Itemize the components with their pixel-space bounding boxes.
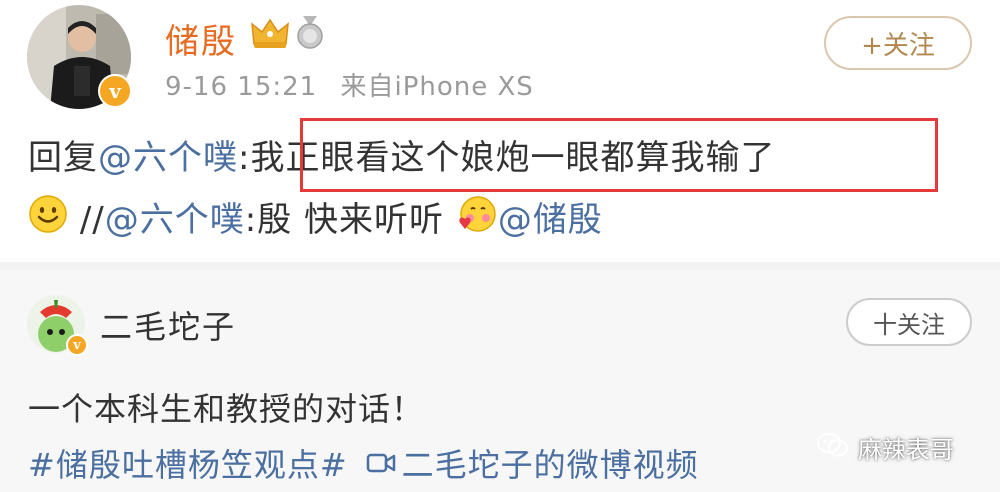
mention-chuyin[interactable]: @储殷 <box>498 200 603 240</box>
medal-icon <box>294 14 326 54</box>
post1-line2: //@六个噗:殷 快来听听 @储殷 <box>28 192 603 246</box>
post-divider <box>0 262 1000 270</box>
follow-button-chuyin[interactable]: +关注 <box>824 16 972 70</box>
post2-username[interactable]: 二毛坨子 <box>100 302 236 348</box>
post1-time: 9-16 15:21 <box>165 72 318 102</box>
avatar-chuyin[interactable]: v <box>26 4 132 110</box>
wechat-icon <box>816 431 850 465</box>
avatar-ermaotuozi[interactable]: v <box>26 294 88 356</box>
repost-text: :殷 快来听听 <box>244 200 444 240</box>
verified-v-icon: v <box>66 334 88 356</box>
hashtag-link[interactable]: #储殷吐槽杨笠观点# <box>28 446 348 484</box>
reply-prefix: 回复 <box>28 138 98 178</box>
watermark-text: 麻辣表哥 <box>858 436 954 464</box>
follow-button-ermaotuozi[interactable]: 十关注 <box>846 298 972 346</box>
reply-quote: 我正眼看这个娘炮一眼都算我输了 <box>250 138 776 178</box>
repost-slashes: // <box>79 200 105 240</box>
post2-text: 一个本科生和教授的对话！ <box>28 390 425 428</box>
mention-liugepu[interactable]: @六个噗 <box>98 138 238 178</box>
post1-line1: 回复@六个噗:我正眼看这个娘炮一眼都算我输了 <box>28 130 775 179</box>
post1-meta: 9-16 15:21 来自iPhone XS <box>165 66 534 103</box>
post2-links: #储殷吐槽杨笠观点# 二毛坨子的微博视频 <box>28 440 699 486</box>
crown-level-icon <box>250 16 290 54</box>
reply-colon: : <box>238 138 251 178</box>
watermark: 麻辣表哥 <box>816 430 954 465</box>
mention-liugepu-2[interactable]: @六个噗 <box>105 200 245 240</box>
verified-v-icon: v <box>98 74 132 108</box>
video-link[interactable]: 二毛坨子的微博视频 <box>402 446 699 484</box>
post1-source[interactable]: 来自iPhone XS <box>340 72 533 102</box>
video-camera-icon <box>366 445 396 483</box>
weibo-post-1: v 储殷 9-16 15:21 来自iPhone XS +关注 回复@六个噗:我… <box>0 0 1000 262</box>
post1-username[interactable]: 储殷 <box>165 14 237 63</box>
blush-emoji-icon <box>456 194 498 243</box>
smile-emoji-icon <box>28 194 68 243</box>
weibo-post-2: v 二毛坨子 十关注 一个本科生和教授的对话！ #储殷吐槽杨笠观点# 二毛坨子的… <box>0 270 1000 492</box>
